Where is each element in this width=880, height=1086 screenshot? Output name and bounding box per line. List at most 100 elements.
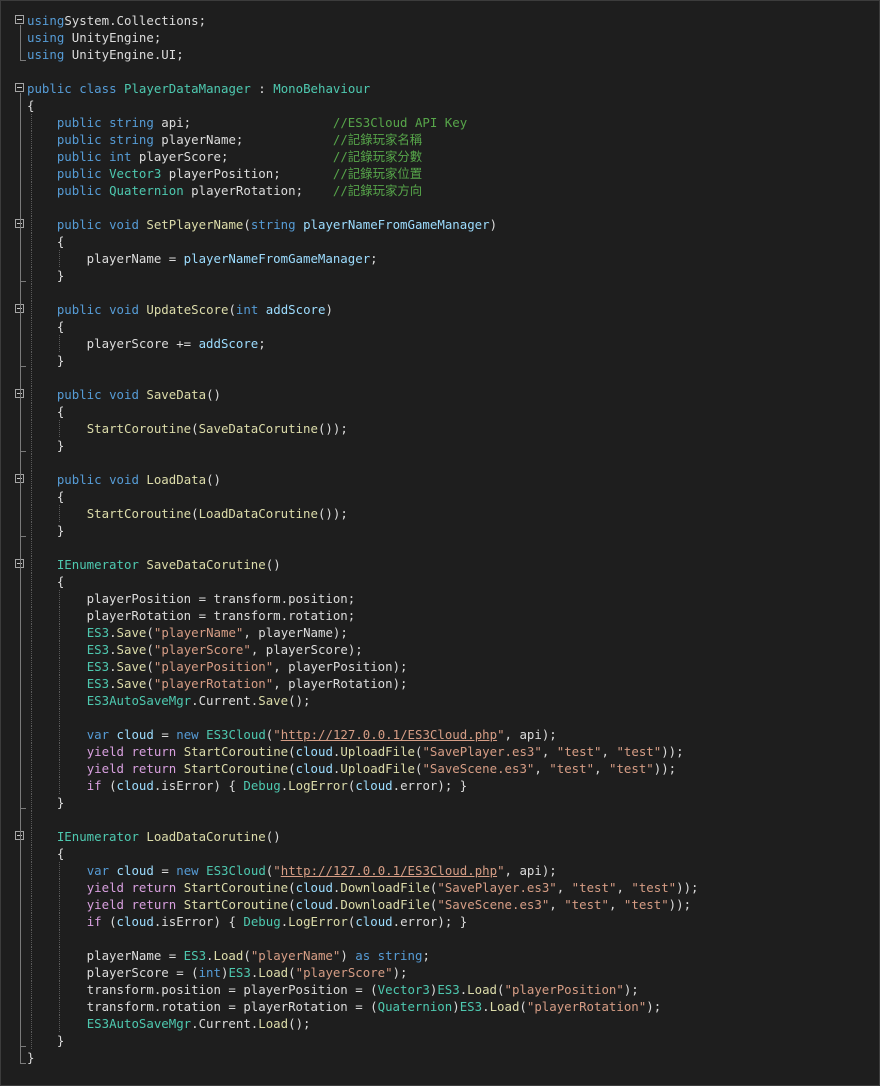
code-line[interactable]: playerScore += addScore; (1, 335, 879, 352)
code-line[interactable] (1, 454, 879, 471)
code-token: string (250, 217, 296, 232)
code-line[interactable]: StartCoroutine(SaveDataCorutine()); (1, 420, 879, 437)
code-line[interactable]: using UnityEngine; (1, 29, 879, 46)
code-line[interactable]: public void SaveData() (1, 386, 879, 403)
code-token: cloud (116, 778, 154, 793)
code-token: ); (646, 999, 662, 1014)
collapse-toggle-icon[interactable] (15, 83, 24, 92)
code-line[interactable] (1, 930, 879, 947)
code-token: Load (489, 999, 520, 1014)
code-text: playerScore = (int)ES3.Load("playerScore… (27, 964, 408, 981)
code-line[interactable]: { (1, 318, 879, 335)
code-line[interactable]: } (1, 437, 879, 454)
code-line[interactable]: ES3.Save("playerPosition", playerPositio… (1, 658, 879, 675)
code-token: StartCoroutine (86, 506, 192, 521)
code-text: playerScore += addScore; (27, 335, 266, 352)
code-line[interactable]: } (1, 1032, 879, 1049)
code-line[interactable]: { (1, 845, 879, 862)
code-line[interactable]: public string api; //ES3Cloud API Key (1, 114, 879, 131)
code-token: StartCoroutine (183, 880, 289, 895)
code-token: "test" (631, 880, 677, 895)
code-line[interactable]: } (1, 352, 879, 369)
code-line[interactable]: public string playerName; //記錄玩家名稱 (1, 131, 879, 148)
collapse-toggle-icon[interactable] (15, 15, 24, 24)
code-line[interactable] (1, 369, 879, 386)
code-token: ES3 (86, 642, 110, 657)
code-line[interactable]: ES3AutoSaveMgr.Current.Load(); (1, 1015, 879, 1032)
indent-guide (31, 454, 33, 471)
code-line[interactable]: transform.position = playerPosition = (V… (1, 981, 879, 998)
code-line[interactable]: playerName = playerNameFromGameManager; (1, 250, 879, 267)
code-line[interactable]: { (1, 403, 879, 420)
code-token: ()); (317, 506, 348, 521)
code-token: "playerPosition" (153, 659, 274, 674)
code-line[interactable]: } (1, 522, 879, 539)
code-line[interactable] (1, 284, 879, 301)
code-line[interactable]: public Vector3 playerPosition; //記錄玩家位置 (1, 165, 879, 182)
code-line[interactable]: { (1, 488, 879, 505)
code-line[interactable]: public Quaternion playerRotation; //記錄玩家… (1, 182, 879, 199)
code-token: "SaveScene.es3" (422, 761, 535, 776)
code-line[interactable]: playerPosition = transform.position; (1, 590, 879, 607)
code-line[interactable]: } (1, 794, 879, 811)
code-line[interactable]: playerScore = (int)ES3.Load("playerScore… (1, 964, 879, 981)
code-line[interactable]: public class PlayerDataManager : MonoBeh… (1, 80, 879, 97)
code-token: ) (452, 999, 460, 1014)
code-text: public class PlayerDataManager : MonoBeh… (27, 80, 370, 97)
code-token: )); (661, 744, 684, 759)
code-text: public string api; //ES3Cloud API Key (27, 114, 467, 131)
code-line[interactable]: ES3.Save("playerScore", playerScore); (1, 641, 879, 658)
code-token: ; (258, 336, 266, 351)
code-line[interactable]: StartCoroutine(LoadDataCorutine()); (1, 505, 879, 522)
code-line[interactable]: playerRotation = transform.rotation; (1, 607, 879, 624)
code-line[interactable]: ES3.Save("playerRotation", playerRotatio… (1, 675, 879, 692)
code-line[interactable]: IEnumerator SaveDataCorutine() (1, 556, 879, 573)
code-token: api; (153, 115, 333, 130)
code-line[interactable]: } (1, 1049, 879, 1066)
code-line[interactable] (1, 199, 879, 216)
code-line[interactable]: public int playerScore; //記錄玩家分數 (1, 148, 879, 165)
code-line[interactable]: public void UpdateScore(int addScore) (1, 301, 879, 318)
code-line[interactable]: playerName = ES3.Load("playerName") as s… (1, 947, 879, 964)
code-token: .isError) { (153, 778, 244, 793)
code-line[interactable]: if (cloud.isError) { Debug.LogError(clou… (1, 913, 879, 930)
code-token: { (27, 489, 65, 504)
code-line[interactable]: transform.rotation = playerRotation = (Q… (1, 998, 879, 1015)
code-token: "playerName" (153, 625, 244, 640)
code-line[interactable]: ES3AutoSaveMgr.Current.Save(); (1, 692, 879, 709)
code-line[interactable]: if (cloud.isError) { Debug.LogError(clou… (1, 777, 879, 794)
code-token: ) (325, 302, 333, 317)
code-line[interactable]: yield return StartCoroutine(cloud.Upload… (1, 743, 879, 760)
code-line[interactable]: var cloud = new ES3Cloud("http://127.0.0… (1, 862, 879, 879)
code-line[interactable]: yield return StartCoroutine(cloud.Downlo… (1, 896, 879, 913)
code-line[interactable] (1, 63, 879, 80)
code-line[interactable]: } (1, 267, 879, 284)
code-text: } (27, 1032, 64, 1049)
code-line[interactable]: ES3.Save("playerName", playerName); (1, 624, 879, 641)
code-token: } (27, 268, 65, 283)
code-line[interactable]: usingSystem.Collections; (1, 12, 879, 29)
code-token: SetPlayerName (146, 217, 244, 232)
code-line[interactable]: public void LoadData() (1, 471, 879, 488)
code-line[interactable] (1, 709, 879, 726)
code-line[interactable]: { (1, 97, 879, 114)
code-line[interactable]: public void SetPlayerName(string playerN… (1, 216, 879, 233)
code-token: Save (116, 676, 147, 691)
code-line[interactable]: { (1, 233, 879, 250)
code-token: playerName = (27, 251, 184, 266)
code-token: cloud (355, 914, 393, 929)
code-line[interactable]: var cloud = new ES3Cloud("http://127.0.0… (1, 726, 879, 743)
code-line[interactable] (1, 539, 879, 556)
code-line[interactable] (1, 811, 879, 828)
code-editor[interactable]: usingSystem.Collections; using UnityEngin… (0, 0, 880, 1086)
code-line[interactable]: yield return StartCoroutine(cloud.Downlo… (1, 879, 879, 896)
code-token: Quaternion (109, 183, 184, 198)
code-line[interactable]: IEnumerator LoadDataCorutine() (1, 828, 879, 845)
code-line[interactable]: yield return StartCoroutine(cloud.Upload… (1, 760, 879, 777)
code-token: LogError (288, 778, 348, 793)
code-line[interactable]: using UnityEngine.UI; (1, 46, 879, 63)
code-line[interactable]: { (1, 573, 879, 590)
